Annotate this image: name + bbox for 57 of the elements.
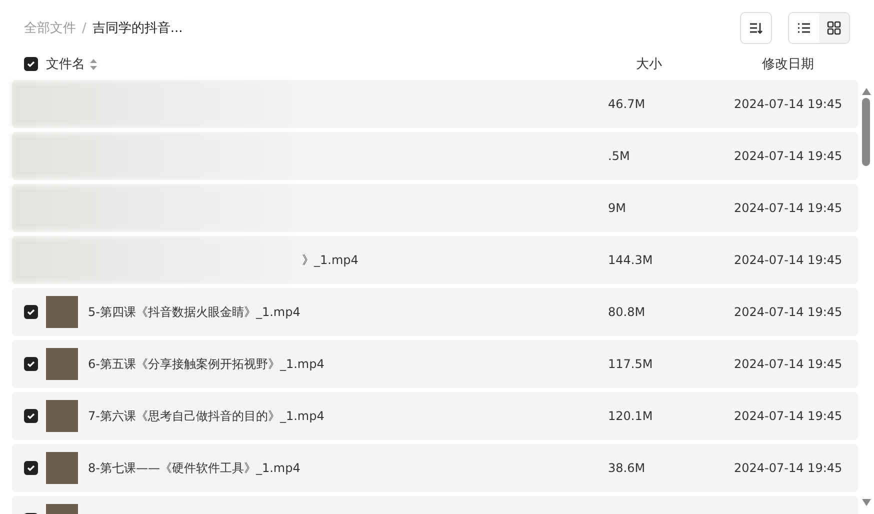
file-row[interactable]: 7-第六课《思考自己做抖音的目的》_1.mp4 120.1M 2024-07-14 19:45: [12, 392, 858, 440]
file-size: 144.3M: [608, 253, 654, 267]
row-checkbox[interactable]: [24, 357, 38, 371]
check-icon: [26, 59, 36, 69]
file-name: 6-第五课《分享接触案例开拓视野》_1.mp4: [88, 356, 324, 372]
modified-date: 2024-07-14 19:45: [734, 149, 844, 163]
select-all-checkbox[interactable]: [24, 57, 38, 71]
modified-date: 2024-07-14 19:45: [734, 97, 844, 111]
row-checkbox[interactable]: [24, 305, 38, 319]
video-thumbnail: [46, 296, 78, 328]
sort-button[interactable]: [740, 12, 772, 44]
sort-arrows-icon[interactable]: [90, 58, 97, 70]
row-checkbox[interactable]: [24, 409, 38, 423]
grid-view-button[interactable]: [819, 13, 849, 43]
file-row[interactable]: 8-第七课——《硬件软件工具》_1.mp4 38.6M 2024-07-14 19:45: [12, 444, 858, 492]
modified-date: 2024-07-14 19:45: [734, 409, 844, 423]
check-icon: [26, 359, 36, 369]
scroll-up-arrow-icon[interactable]: [862, 88, 870, 95]
column-header: 大小: [636, 56, 663, 73]
video-thumbnail: [46, 452, 78, 484]
file-row[interactable]: 》_1.mp4 144.3M 2024-07-14 19:45: [12, 236, 858, 284]
file-size: 80.8M: [608, 305, 646, 319]
file-name: 5-第四课《抖音数据火眼金睛》_1.mp4: [88, 304, 300, 320]
video-thumbnail: [46, 400, 78, 432]
breadcrumb-item: 吉同学的抖音...: [92, 20, 183, 37]
file-size: 120.1M: [608, 409, 654, 423]
modified-date: 2024-07-14 19:45: [734, 201, 844, 215]
file-size: 9M: [608, 201, 627, 215]
file-row[interactable]: .5M 2024-07-14 19:45: [12, 132, 858, 180]
file-size: 117.5M: [608, 357, 654, 371]
row-checkbox[interactable]: [24, 461, 38, 475]
file-size: .5M: [608, 149, 631, 163]
check-icon: [26, 463, 36, 473]
modified-date: 2024-07-14 19:45: [734, 461, 844, 475]
file-name: 8-第七课——《硬件软件工具》_1.mp4: [88, 460, 300, 476]
file-name: 》_1.mp4: [302, 252, 358, 268]
file-row[interactable]: 46.7M 2024-07-14 19:45: [12, 80, 858, 128]
file-row[interactable]: 9M 2024-07-14 19:45: [12, 184, 858, 232]
modified-date: 2024-07-14 19:45: [734, 357, 844, 371]
column-header[interactable]: 文件名: [46, 55, 85, 73]
column-header: 修改日期: [762, 56, 815, 73]
list-icon: [797, 21, 811, 35]
file-size: 38.6M: [608, 461, 646, 475]
grid-icon: [827, 21, 841, 35]
file-row[interactable]: 5-第四课《抖音数据火眼金睛》_1.mp4 80.8M 2024-07-14 19:45: [12, 288, 858, 336]
check-icon: [26, 411, 36, 421]
file-size: 46.7M: [608, 97, 646, 111]
check-icon: [26, 307, 36, 317]
file-name: 7-第六课《思考自己做抖音的目的》_1.mp4: [88, 408, 324, 424]
scrollbar-thumb[interactable]: [862, 98, 870, 166]
file-row[interactable]: 6-第五课《分享接触案例开拓视野》_1.mp4 117.5M 2024-07-14 19:45: [12, 340, 858, 388]
scroll-down-arrow-icon[interactable]: [862, 499, 870, 506]
modified-date: 2024-07-14 19:45: [734, 253, 844, 267]
breadcrumb-separator: /: [82, 20, 86, 36]
sort-icon: [749, 21, 763, 35]
modified-date: 2024-07-14 19:45: [734, 305, 844, 319]
video-thumbnail: [46, 348, 78, 380]
